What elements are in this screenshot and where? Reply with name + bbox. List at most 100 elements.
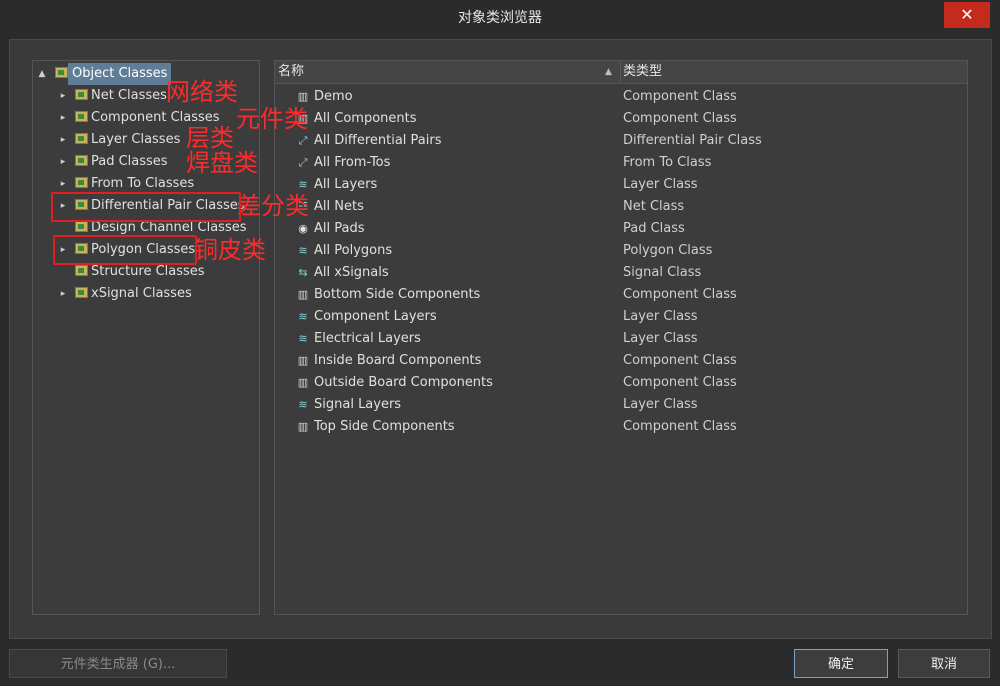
row-name: All Polygons — [314, 243, 393, 258]
highlight-box-diff-pair — [51, 192, 241, 222]
list-row[interactable]: ⤢ All Differential Pairs Differential Pair… — [275, 130, 967, 152]
column-header-label: 名称 — [278, 64, 305, 79]
folder-icon — [75, 287, 88, 298]
component-icon: ▥ — [297, 420, 309, 433]
row-name: All Differential Pairs — [314, 133, 442, 148]
row-name: Bottom Side Components — [314, 287, 481, 302]
folder-icon — [75, 177, 88, 188]
annotation-net: 网络类 — [166, 78, 238, 106]
column-header-name[interactable]: 名称 ▲ — [275, 61, 621, 84]
tree-item-label: Net Classes — [91, 88, 167, 103]
annotation-polygon: 铜皮类 — [194, 236, 266, 264]
row-type: Pad Class — [623, 221, 685, 236]
xsignal-icon: ⇆ — [298, 266, 308, 279]
expand-caret-icon[interactable]: ▲ — [37, 63, 47, 85]
folder-icon — [75, 89, 88, 100]
list-row[interactable]: ◉ All Pads Pad Class — [275, 218, 967, 240]
row-type: Polygon Class — [623, 243, 713, 258]
list-row[interactable]: ☷ All Nets Net Class — [275, 196, 967, 218]
list-row[interactable]: ▥ Bottom Side Components Component Class — [275, 284, 967, 306]
row-name: All Components — [314, 111, 417, 126]
tree-item-xsignal-classes[interactable]: ▸ xSignal Classes — [33, 283, 257, 305]
row-type: Differential Pair Class — [623, 133, 762, 148]
layer-icon: ≋ — [298, 310, 308, 323]
row-type: Component Class — [623, 353, 737, 368]
highlight-box-polygon — [53, 235, 197, 265]
column-header-label: 类类型 — [623, 64, 663, 79]
row-type: Layer Class — [623, 177, 698, 192]
row-name: All Layers — [314, 177, 378, 192]
list-row[interactable]: ▥ Demo Component Class — [275, 86, 967, 108]
tree-item-label: Pad Classes — [91, 154, 168, 169]
row-name: Demo — [314, 89, 353, 104]
diff-pair-icon: ⤢ — [298, 134, 308, 147]
row-type: Component Class — [623, 375, 737, 390]
list-row[interactable]: ≋ All Layers Layer Class — [275, 174, 967, 196]
expand-caret-icon[interactable]: ▸ — [58, 107, 68, 129]
folder-icon — [75, 265, 88, 276]
row-name: Top Side Components — [314, 419, 455, 434]
annotation-component: 元件类 — [236, 105, 308, 133]
from-to-icon: ⤢ — [298, 156, 308, 169]
window-title: 对象类浏览器 — [458, 10, 542, 26]
folder-icon — [75, 133, 88, 144]
list-row[interactable]: ▥ Outside Board Components Component Class — [275, 372, 967, 394]
tree-item-label: xSignal Classes — [91, 286, 192, 301]
list-row[interactable]: ▥ Inside Board Components Component Class — [275, 350, 967, 372]
layer-icon: ≋ — [298, 398, 308, 411]
expand-caret-icon[interactable]: ▸ — [58, 151, 68, 173]
row-type: Net Class — [623, 199, 685, 214]
folder-icon — [75, 221, 88, 232]
list-row[interactable]: ≋ Electrical Layers Layer Class — [275, 328, 967, 350]
component-icon: ▥ — [297, 354, 309, 367]
row-type: From To Class — [623, 155, 712, 170]
row-type: Component Class — [623, 287, 737, 302]
row-name: All xSignals — [314, 265, 389, 280]
cancel-button[interactable]: 取消 — [898, 649, 990, 678]
row-name: Inside Board Components — [314, 353, 482, 368]
row-name: Electrical Layers — [314, 331, 421, 346]
folder-icon — [75, 155, 88, 166]
class-list[interactable]: 名称 ▲ 类类型 ▥ Demo Component Class ▥ All Compon… — [274, 60, 968, 615]
row-type: Layer Class — [623, 309, 698, 324]
pad-icon: ◉ — [298, 222, 308, 235]
expand-caret-icon[interactable]: ▸ — [58, 129, 68, 151]
row-type: Layer Class — [623, 397, 698, 412]
folder-icon — [55, 67, 68, 78]
annotation-diff-pair: 差分类 — [237, 192, 309, 220]
polygon-icon: ≋ — [298, 244, 308, 257]
list-row[interactable]: ≋ Signal Layers Layer Class — [275, 394, 967, 416]
row-name: All Nets — [314, 199, 364, 214]
tree-item-label: Object Classes — [68, 63, 172, 85]
close-button[interactable]: ✕ — [944, 2, 990, 28]
row-type: Signal Class — [623, 265, 702, 280]
tree-item-label: Layer Classes — [91, 132, 181, 147]
layer-icon: ≋ — [298, 332, 308, 345]
row-name: All Pads — [314, 221, 365, 236]
expand-caret-icon[interactable]: ▸ — [58, 283, 68, 305]
folder-icon — [75, 111, 88, 122]
list-row[interactable]: ▥ All Components Component Class — [275, 108, 967, 130]
row-type: Component Class — [623, 89, 737, 104]
row-name: Signal Layers — [314, 397, 402, 412]
row-name: Outside Board Components — [314, 375, 493, 390]
component-icon: ▥ — [297, 90, 309, 103]
column-header-type[interactable]: 类类型 — [621, 61, 967, 84]
class-generator-button[interactable]: 元件类生成器 (G)... — [9, 649, 227, 678]
list-row[interactable]: ≋ All Polygons Polygon Class — [275, 240, 967, 262]
row-type: Component Class — [623, 419, 737, 434]
list-row[interactable]: ≋ Component Layers Layer Class — [275, 306, 967, 328]
row-name: Component Layers — [314, 309, 437, 324]
row-type: Component Class — [623, 111, 737, 126]
list-row[interactable]: ⇆ All xSignals Signal Class — [275, 262, 967, 284]
row-type: Layer Class — [623, 331, 698, 346]
expand-caret-icon[interactable]: ▸ — [58, 85, 68, 107]
sort-ascending-icon: ▲ — [605, 67, 612, 77]
ok-button[interactable]: 确定 — [794, 649, 888, 678]
component-icon: ▥ — [297, 376, 309, 389]
list-row[interactable]: ▥ Top Side Components Component Class — [275, 416, 967, 438]
title-bar: 对象类浏览器 ✕ — [0, 0, 1000, 36]
annotation-pad: 焊盘类 — [186, 149, 258, 177]
list-row[interactable]: ⤢ All From-Tos From To Class — [275, 152, 967, 174]
row-name: All From-Tos — [314, 155, 391, 170]
